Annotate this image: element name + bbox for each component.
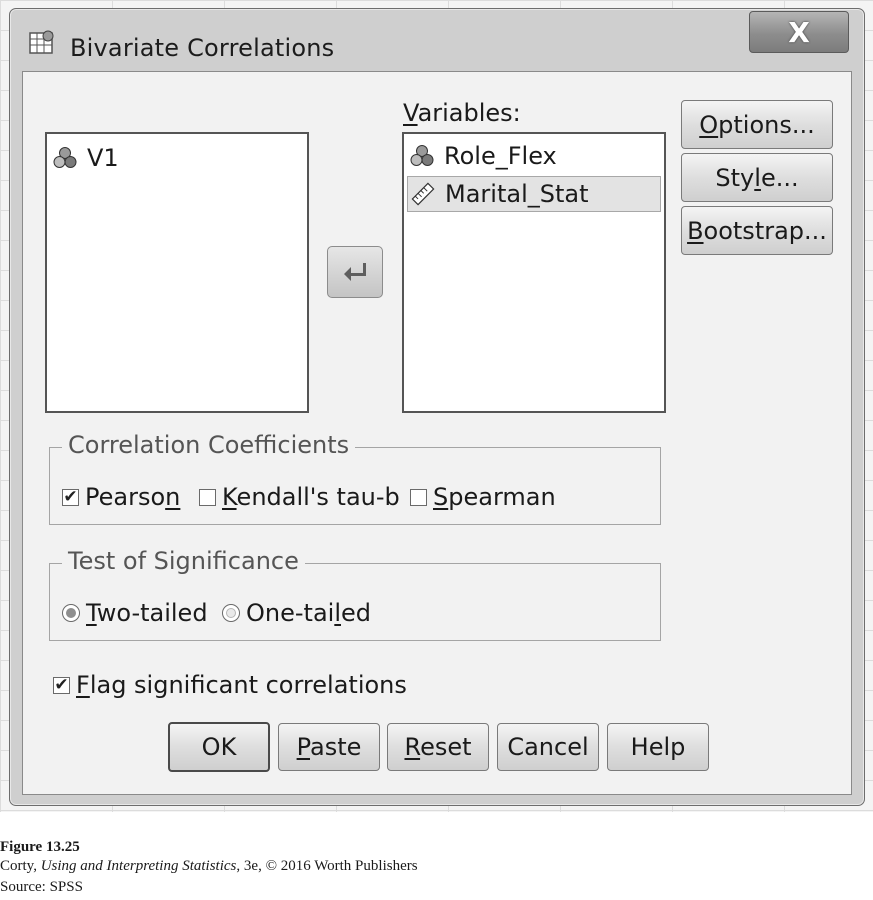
- dialog-content: V1 Variables: Role_Flex Marital_Stat Opt…: [22, 71, 852, 795]
- ok-button[interactable]: OK: [168, 722, 270, 772]
- checkbox-checked-icon[interactable]: ✔: [53, 676, 70, 694]
- spearman-checkbox[interactable]: Spearman: [410, 483, 556, 511]
- figure-source: Source: SPSS: [0, 879, 83, 895]
- group-title: Correlation Coefficients: [62, 431, 356, 459]
- checkbox-checked-icon[interactable]: ✔: [62, 488, 79, 506]
- variable-label: Role_Flex: [444, 142, 557, 170]
- correlations-dialog-icon: [29, 30, 54, 54]
- reset-button[interactable]: Reset: [387, 723, 489, 771]
- flag-significant-checkbox[interactable]: ✔ Flag significant correlations: [53, 671, 407, 699]
- list-item[interactable]: Marital_Stat: [407, 176, 661, 212]
- target-variable-list[interactable]: Role_Flex Marital_Stat: [402, 132, 666, 413]
- group-title: Test of Significance: [62, 547, 305, 575]
- checkbox-unchecked-icon[interactable]: [410, 488, 427, 506]
- radio-selected-icon[interactable]: [62, 604, 80, 622]
- list-item[interactable]: Role_Flex: [410, 138, 557, 174]
- options-button[interactable]: Options...: [681, 100, 833, 149]
- nominal-icon: [410, 145, 434, 166]
- help-button[interactable]: Help: [607, 723, 709, 771]
- cancel-button[interactable]: Cancel: [497, 723, 599, 771]
- variable-label: V1: [87, 144, 119, 172]
- window-title: Bivariate Correlations: [70, 34, 335, 62]
- figure-number: Figure 13.25: [0, 839, 80, 855]
- scale-ruler-icon: [411, 182, 435, 206]
- checkbox-unchecked-icon[interactable]: [199, 488, 216, 506]
- two-tailed-radio[interactable]: Two-tailed: [62, 599, 208, 627]
- variables-label: Variables:: [403, 99, 521, 127]
- list-item[interactable]: V1: [53, 140, 119, 176]
- bootstrap-button[interactable]: Bootstrap...: [681, 206, 833, 255]
- arrow-left-icon: [344, 263, 366, 281]
- pearson-checkbox[interactable]: ✔ Pearson: [62, 483, 180, 511]
- style-button[interactable]: Style...: [681, 153, 833, 202]
- one-tailed-radio[interactable]: One-tailed: [222, 599, 371, 627]
- move-variable-button[interactable]: [327, 246, 383, 298]
- variable-label: Marital_Stat: [445, 180, 589, 208]
- bivariate-correlations-dialog: Bivariate Correlations X V1 Variables: R…: [9, 8, 865, 806]
- figure-credit: Corty, Using and Interpreting Statistics…: [0, 858, 418, 874]
- radio-unselected-icon[interactable]: [222, 604, 240, 622]
- kendall-checkbox[interactable]: Kendall's tau-b: [199, 483, 400, 511]
- close-icon: X: [788, 15, 810, 49]
- close-button[interactable]: X: [749, 11, 849, 53]
- source-variable-list[interactable]: V1: [45, 132, 309, 413]
- title-bar[interactable]: Bivariate Correlations X: [10, 9, 864, 71]
- paste-button[interactable]: Paste: [278, 723, 380, 771]
- nominal-icon: [53, 147, 77, 168]
